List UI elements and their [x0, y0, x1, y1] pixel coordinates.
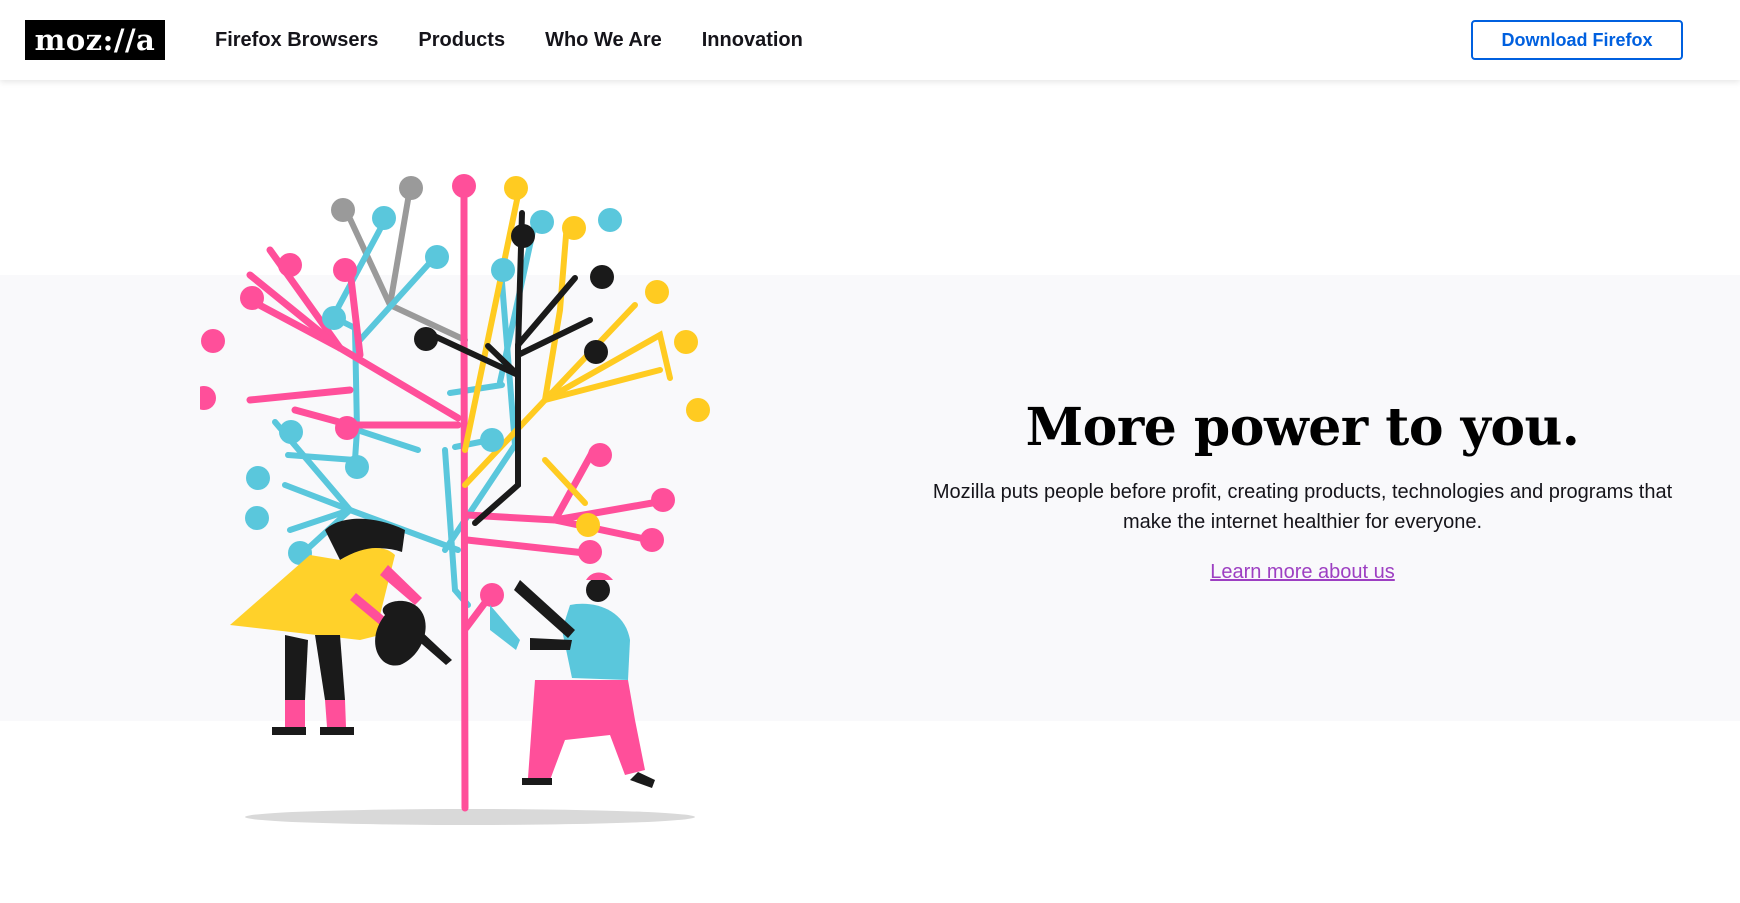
mozilla-logo[interactable]: moz://a [25, 20, 165, 60]
nav-firefox-browsers[interactable]: Firefox Browsers [215, 29, 378, 52]
download-firefox-button[interactable]: Download Firefox [1471, 20, 1683, 60]
gardener-man [490, 572, 655, 788]
hero-description-line2: make the internet healthier for everyone… [1122, 511, 1483, 533]
hero-description-line1: Mozilla puts people before profit, creat… [932, 481, 1673, 503]
page: moz://a Firefox Browsers Products Who We… [0, 0, 1740, 903]
gardener-woman [230, 518, 452, 735]
tree-illustration [200, 174, 710, 825]
nav-products[interactable]: Products [418, 29, 505, 52]
main-nav: Firefox Browsers Products Who We Are Inn… [215, 0, 803, 80]
hero-title: More power to you. [1025, 397, 1580, 458]
site-header: moz://a Firefox Browsers Products Who We… [0, 0, 1740, 80]
nav-innovation[interactable]: Innovation [702, 29, 803, 52]
ground-shadow [245, 809, 695, 825]
hero-content: More power to you. Mozilla puts people b… [900, 395, 1705, 584]
hero-description: Mozilla puts people before profit, creat… [900, 477, 1705, 537]
yellow-branches [462, 192, 673, 506]
learn-more-link[interactable]: Learn more about us [1210, 561, 1395, 584]
nav-who-we-are[interactable]: Who We Are [545, 29, 662, 52]
